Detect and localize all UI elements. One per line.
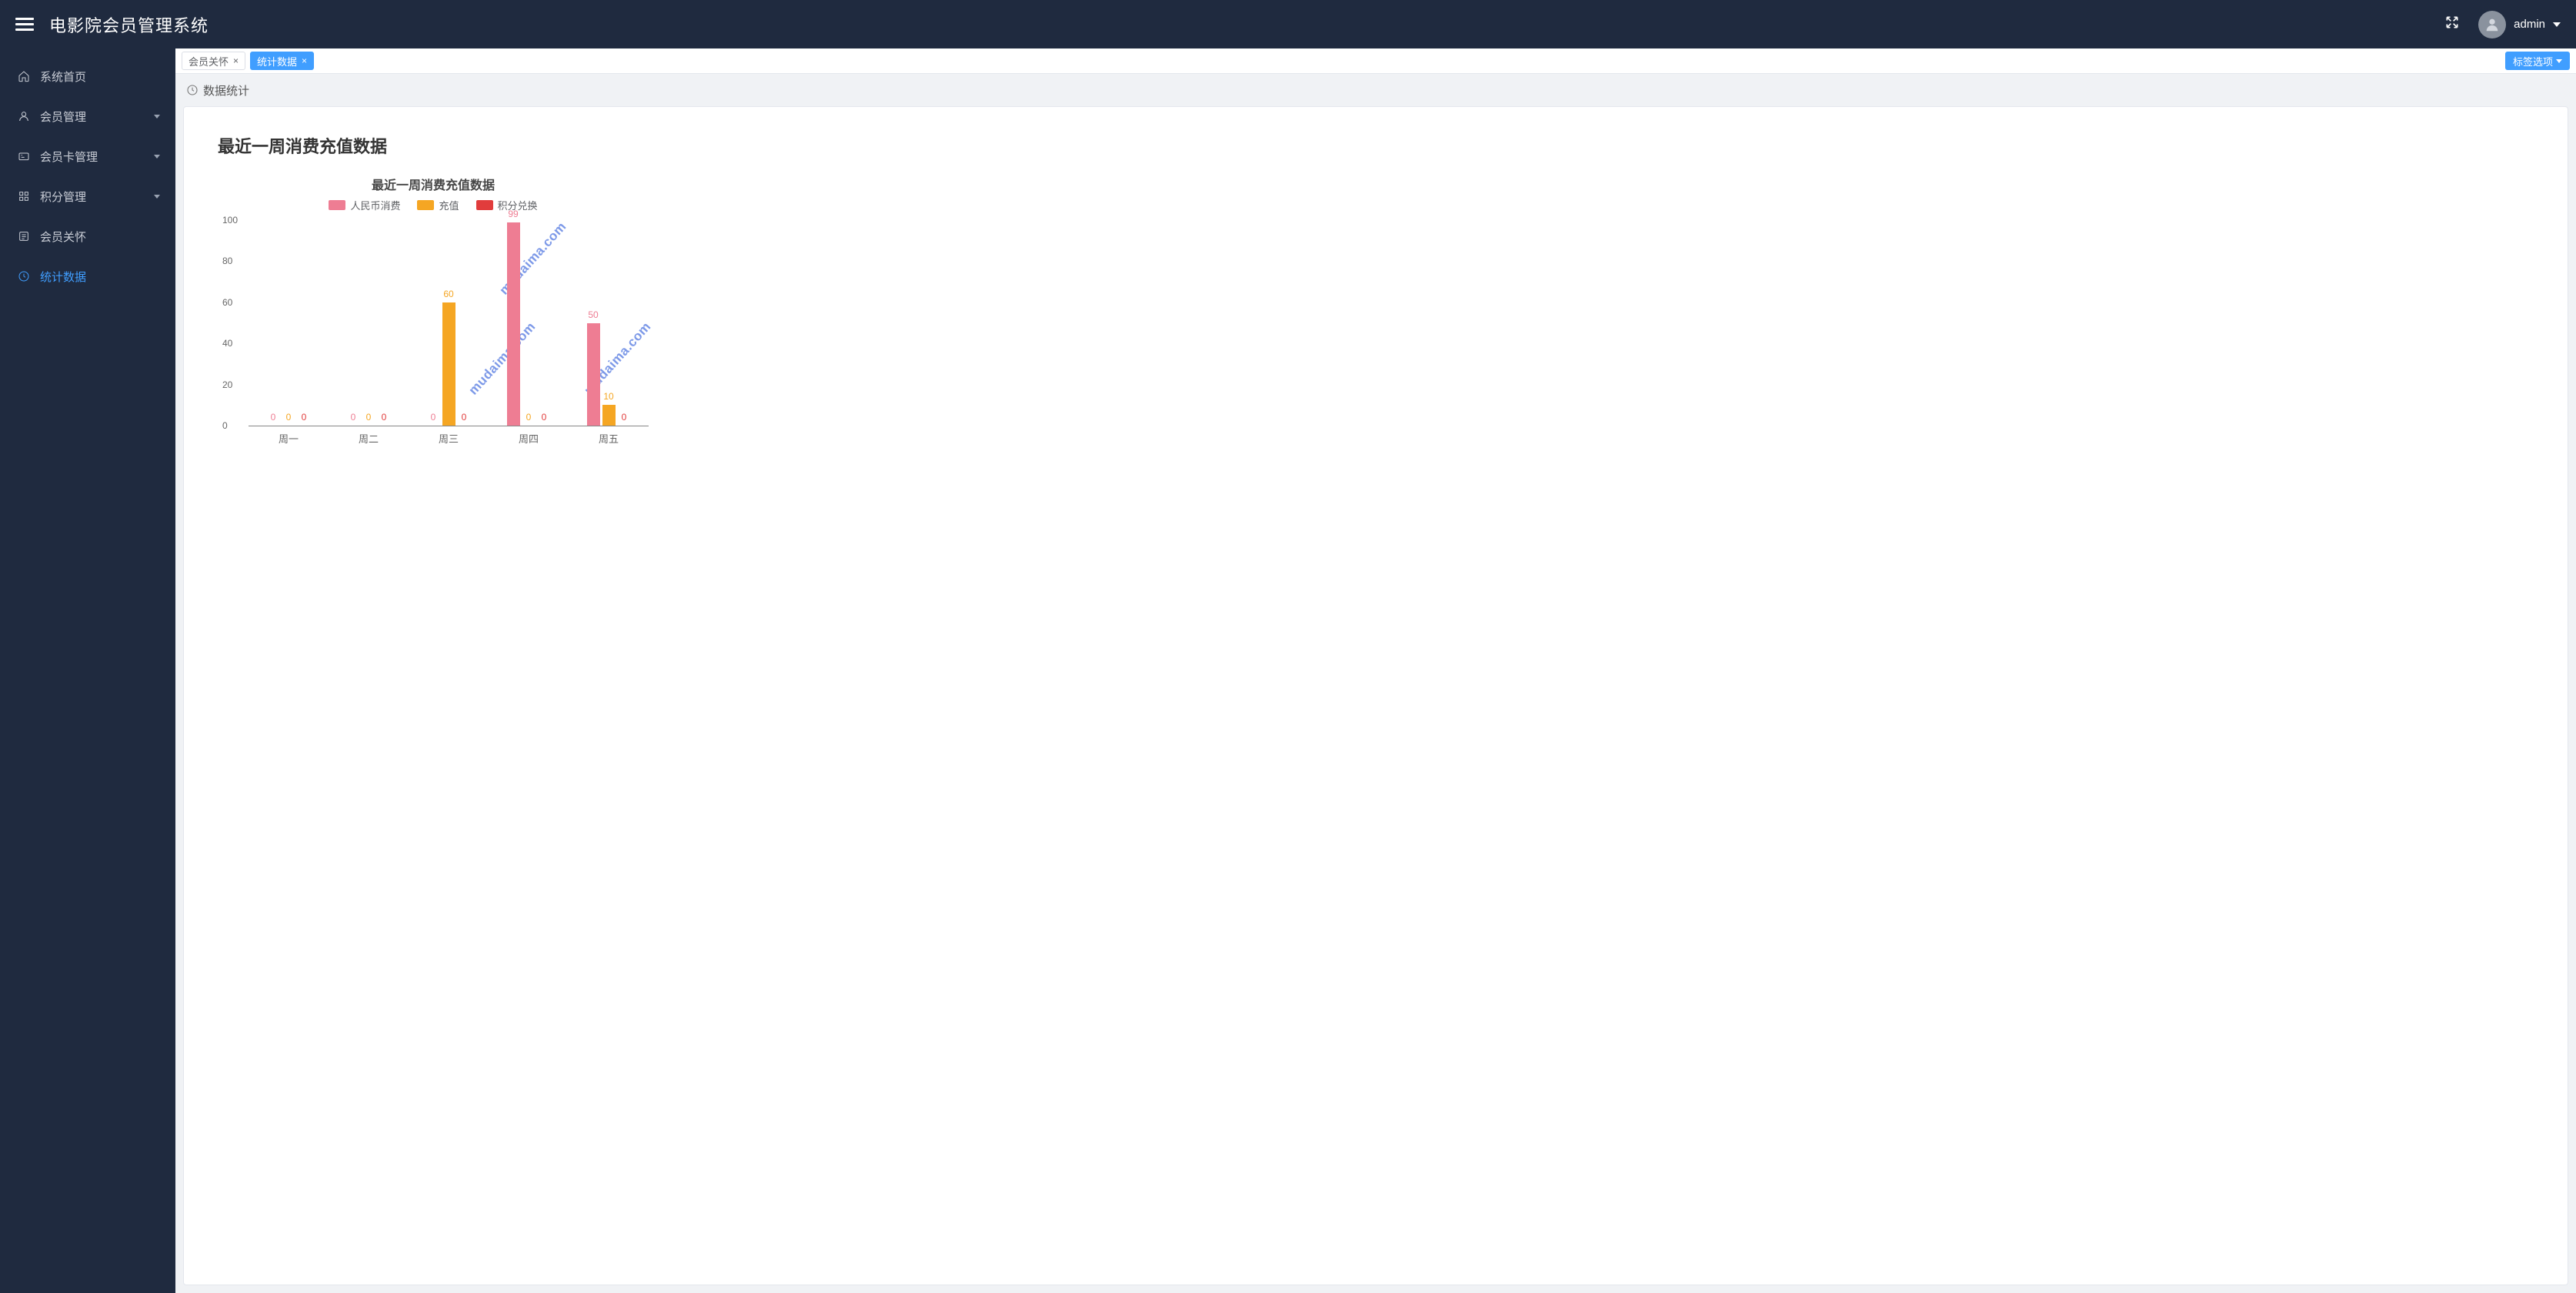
panel-header: 数据统计 bbox=[175, 74, 2576, 106]
sidebar-item-points[interactable]: 积分管理 bbox=[0, 176, 175, 216]
legend-item[interactable]: 人民币消费 bbox=[329, 198, 400, 212]
legend-item[interactable]: 充值 bbox=[417, 198, 459, 212]
sidebar-item-label: 会员关怀 bbox=[40, 229, 86, 245]
bar-value: 50 bbox=[588, 309, 598, 320]
bar-group: 0 60 0 bbox=[409, 220, 489, 426]
bar: 99 bbox=[507, 222, 520, 426]
y-tick: 40 bbox=[222, 338, 232, 349]
y-tick: 100 bbox=[222, 215, 238, 226]
grid-icon bbox=[17, 189, 31, 203]
list-icon bbox=[17, 229, 31, 243]
sidebar-item-label: 系统首页 bbox=[40, 68, 86, 85]
chart-title: 最近一周消费充值数据 bbox=[218, 175, 649, 193]
tab-member-care[interactable]: 会员关怀 × bbox=[182, 52, 245, 70]
sidebar-item-label: 会员管理 bbox=[40, 109, 86, 125]
chart-plot: mudaima.com mudaima.com mudaima.com 0204… bbox=[249, 220, 649, 426]
user-icon bbox=[17, 109, 31, 123]
sidebar-item-member[interactable]: 会员管理 bbox=[0, 96, 175, 136]
sidebar-item-label: 会员卡管理 bbox=[40, 149, 98, 165]
chevron-down-icon bbox=[2553, 22, 2561, 27]
tab-bar: 会员关怀 × 统计数据 × 标签选项 bbox=[175, 48, 2576, 74]
y-tick: 60 bbox=[222, 297, 232, 308]
bar-group: 000 bbox=[249, 220, 329, 426]
bar-group: 50100 bbox=[569, 220, 649, 426]
content-panel: 最近一周消费充值数据 最近一周消费充值数据 人民币消费 充值 积分兑换 mudaim… bbox=[183, 106, 2568, 1285]
x-label: 周一 bbox=[249, 426, 329, 446]
legend-item[interactable]: 积分兑换 bbox=[476, 198, 538, 212]
legend-swatch bbox=[417, 200, 434, 210]
x-label: 周二 bbox=[329, 426, 409, 446]
bar-value: 0 bbox=[366, 412, 372, 423]
x-label: 周四 bbox=[489, 426, 569, 446]
avatar bbox=[2478, 11, 2506, 38]
legend-swatch bbox=[476, 200, 493, 210]
y-tick: 0 bbox=[222, 420, 228, 431]
x-label: 周三 bbox=[409, 426, 489, 446]
card-icon bbox=[17, 149, 31, 163]
tab-label: 会员关怀 bbox=[189, 54, 229, 68]
bar: 50 bbox=[587, 323, 600, 426]
tab-label: 统计数据 bbox=[257, 54, 297, 68]
tab-options-button[interactable]: 标签选项 bbox=[2505, 52, 2570, 70]
bar-group: 000 bbox=[329, 220, 409, 426]
legend-label: 充值 bbox=[439, 198, 459, 212]
bar-value: 0 bbox=[526, 412, 532, 423]
tab-options-label: 标签选项 bbox=[2513, 54, 2553, 68]
clock-icon bbox=[186, 84, 199, 96]
chevron-down-icon bbox=[154, 195, 160, 199]
menu-toggle-button[interactable] bbox=[15, 15, 34, 34]
app-header: 电影院会员管理系统 admin bbox=[0, 0, 2576, 48]
bar-value: 10 bbox=[603, 391, 613, 402]
close-icon[interactable]: × bbox=[233, 55, 239, 66]
bar-value: 0 bbox=[382, 412, 387, 423]
username-label: admin bbox=[2514, 18, 2545, 31]
close-icon[interactable]: × bbox=[302, 55, 307, 66]
bar-value: 0 bbox=[351, 412, 356, 423]
panel-title-text: 数据统计 bbox=[203, 82, 249, 99]
chevron-down-icon bbox=[154, 115, 160, 119]
main-area: 会员关怀 × 统计数据 × 标签选项 数据统计 最近一周消费充值数据 最近一周消… bbox=[175, 48, 2576, 1293]
chevron-down-icon bbox=[154, 155, 160, 159]
user-menu[interactable]: admin bbox=[2478, 11, 2561, 38]
bar: 60 bbox=[442, 302, 455, 426]
section-title: 最近一周消费充值数据 bbox=[218, 133, 2534, 158]
home-icon bbox=[17, 69, 31, 83]
y-tick: 80 bbox=[222, 256, 232, 266]
x-label: 周五 bbox=[569, 426, 649, 446]
sidebar-item-home[interactable]: 系统首页 bbox=[0, 56, 175, 96]
chart: 最近一周消费充值数据 人民币消费 充值 积分兑换 mudaima.com mudai… bbox=[218, 175, 649, 446]
y-tick: 20 bbox=[222, 379, 232, 390]
chart-legend: 人民币消费 充值 积分兑换 bbox=[218, 198, 649, 212]
chevron-down-icon bbox=[2556, 59, 2562, 63]
sidebar-item-label: 统计数据 bbox=[40, 269, 86, 285]
sidebar-item-care[interactable]: 会员关怀 bbox=[0, 216, 175, 256]
bar: 10 bbox=[602, 405, 616, 426]
bar-group: 99 00 bbox=[489, 220, 569, 426]
bar-value: 99 bbox=[508, 209, 518, 219]
bar-value: 0 bbox=[271, 412, 276, 423]
sidebar-item-stats[interactable]: 统计数据 bbox=[0, 256, 175, 296]
bar-value: 0 bbox=[431, 412, 436, 423]
bar-value: 0 bbox=[302, 412, 307, 423]
sidebar-item-card[interactable]: 会员卡管理 bbox=[0, 136, 175, 176]
bar-value: 0 bbox=[542, 412, 547, 423]
app-title: 电影院会员管理系统 bbox=[49, 12, 2444, 37]
bar-value: 0 bbox=[462, 412, 467, 423]
fullscreen-icon[interactable] bbox=[2444, 15, 2460, 34]
chart-x-axis: 周一周二周三周四周五 bbox=[249, 426, 649, 446]
legend-swatch bbox=[329, 200, 345, 210]
legend-label: 人民币消费 bbox=[350, 198, 400, 212]
bar-value: 0 bbox=[622, 412, 627, 423]
sidebar: 系统首页 会员管理 会员卡管理 积分管理 会员关怀 统计数据 bbox=[0, 48, 175, 1293]
bar-value: 60 bbox=[443, 289, 453, 299]
tab-stats[interactable]: 统计数据 × bbox=[250, 52, 314, 70]
sidebar-item-label: 积分管理 bbox=[40, 189, 86, 205]
clock-icon bbox=[17, 269, 31, 283]
bar-value: 0 bbox=[286, 412, 292, 423]
